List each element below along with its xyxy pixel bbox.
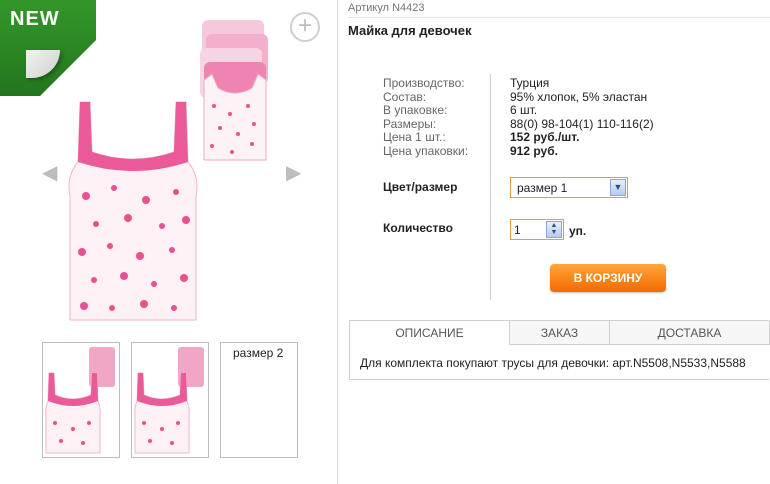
quantity-label: Количество bbox=[383, 221, 453, 235]
spec-value: Турция bbox=[510, 76, 550, 90]
thumbnail-image bbox=[134, 347, 204, 454]
thumbnail-image bbox=[45, 347, 115, 454]
tab-description[interactable]: ОПИСАНИЕ bbox=[350, 321, 510, 345]
spec-value: 6 шт. bbox=[510, 103, 538, 117]
article-number: Артикул N4423 bbox=[348, 2, 425, 14]
thumbnail-1[interactable] bbox=[42, 342, 120, 458]
zoom-button[interactable]: + bbox=[290, 12, 320, 42]
plus-icon: + bbox=[297, 12, 312, 39]
spec-value: 88(0) 98-104(1) 110-116(2) bbox=[510, 116, 654, 131]
color-size-label: Цвет/размер bbox=[383, 180, 458, 194]
pack-price: 912 руб. bbox=[510, 143, 558, 158]
spec-key: Состав: bbox=[383, 89, 427, 104]
add-to-cart-button[interactable]: В КОРЗИНУ bbox=[550, 264, 666, 292]
pack-image[interactable] bbox=[192, 14, 278, 164]
quantity-unit: уп. bbox=[569, 224, 587, 238]
tab-order[interactable]: ЗАКАЗ bbox=[510, 321, 610, 345]
spec-key: Размеры: bbox=[383, 116, 437, 131]
size-select-value: размер 1 bbox=[517, 181, 568, 195]
chevron-down-icon[interactable]: ▼ bbox=[610, 179, 626, 196]
product-title: Майка для девочек bbox=[348, 23, 472, 38]
spec-key: Производство: bbox=[383, 76, 465, 90]
main-product-image[interactable] bbox=[66, 96, 200, 326]
size-select[interactable]: размер 1 ▼ bbox=[510, 177, 628, 198]
new-badge-label: NEW bbox=[10, 8, 60, 30]
spec-key: Цена упаковки: bbox=[383, 143, 469, 158]
new-badge: NEW bbox=[0, 0, 96, 96]
chevron-right-icon[interactable]: ▶ bbox=[286, 160, 301, 185]
tab-delivery[interactable]: ДОСТАВКА bbox=[610, 321, 770, 345]
spinner-icon[interactable]: ▲ ▼ bbox=[546, 221, 562, 238]
thumbnail-2[interactable] bbox=[131, 342, 209, 458]
thumbnail-3[interactable]: размер 2 bbox=[220, 342, 298, 458]
spec-key: Цена 1 шт.: bbox=[383, 130, 446, 144]
info-tabs: ОПИСАНИЕ ЗАКАЗ ДОСТАВКА Для комплекта по… bbox=[349, 320, 770, 380]
quantity-stepper[interactable]: 1 ▲ ▼ bbox=[510, 219, 564, 240]
quantity-value: 1 bbox=[514, 223, 521, 237]
product-gallery: NEW + ◀ ▶ размер 2 bbox=[0, 0, 338, 484]
chevron-left-icon[interactable]: ◀ bbox=[42, 160, 57, 185]
unit-price: 152 руб./шт. bbox=[510, 130, 580, 144]
product-details: Артикул N4423 Майка для девочек Производ… bbox=[348, 0, 770, 484]
vertical-divider bbox=[490, 74, 491, 300]
spec-value: 95% хлопок, 5% эластан bbox=[510, 89, 648, 104]
thumbnail-label: размер 2 bbox=[233, 346, 284, 360]
tab-content: Для комплекта покупают трусы для девочки… bbox=[360, 356, 746, 370]
divider bbox=[348, 17, 770, 18]
spec-key: В упаковке: bbox=[383, 103, 448, 117]
